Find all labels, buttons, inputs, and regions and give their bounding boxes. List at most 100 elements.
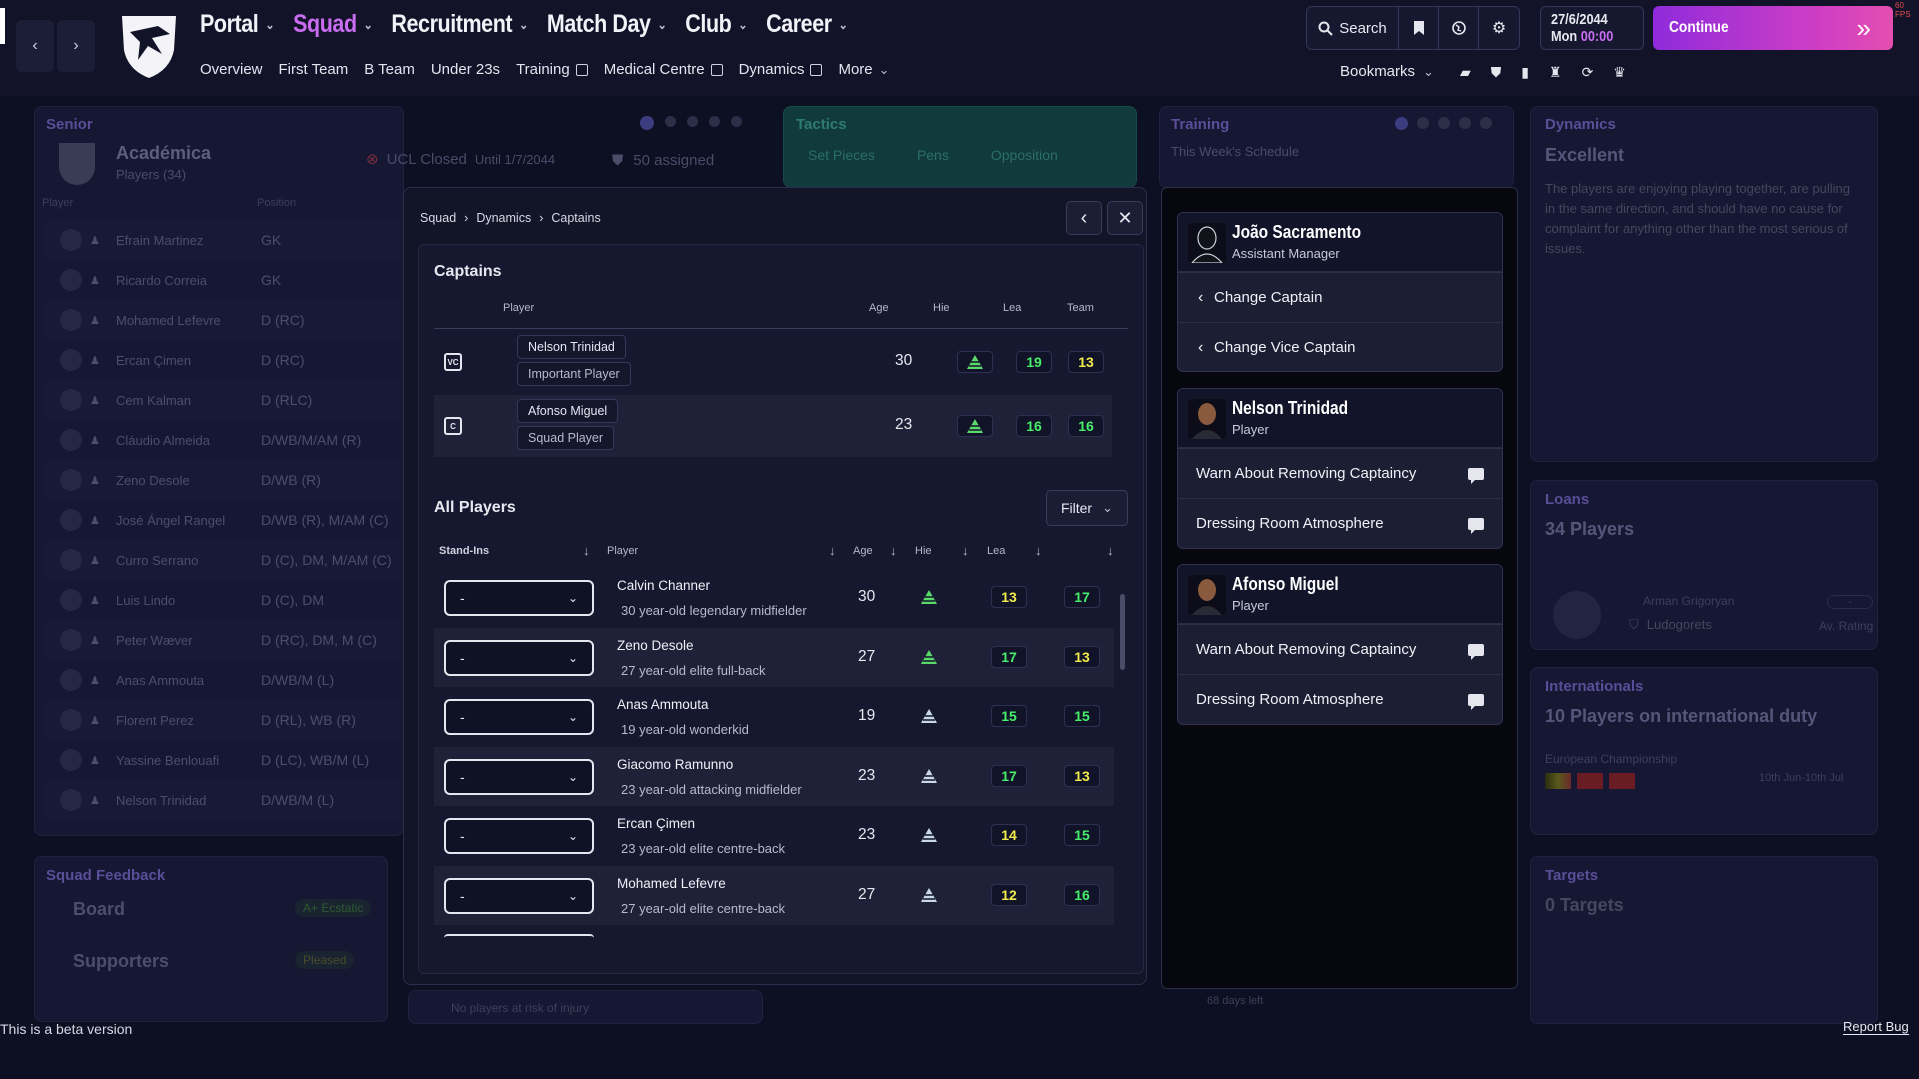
staff-icon[interactable]: ♜ — [1549, 64, 1562, 81]
sort-icon[interactable]: ↓ — [1035, 543, 1042, 558]
col-hie[interactable]: Hie — [915, 545, 932, 557]
page-dot[interactable] — [709, 116, 720, 127]
subnav-b-team[interactable]: B Team — [364, 61, 415, 78]
table-row[interactable]: ♟ Ercan Çimen D (RC) — [44, 340, 399, 380]
stand-in-select[interactable]: - ⌄ — [444, 818, 594, 854]
breadcrumb-squad[interactable]: Squad — [420, 211, 456, 225]
page-dot[interactable] — [1438, 117, 1450, 129]
table-row[interactable]: - ⌄ Anas Ammouta 19 year-old wonderkid 19 15 1… — [434, 687, 1114, 746]
action-option[interactable]: Warn About Removing Captaincy — [1178, 448, 1502, 498]
player-name[interactable]: Zeno Desole — [617, 638, 694, 653]
nav-club[interactable]: Club ⌄ — [685, 10, 747, 39]
sort-icon[interactable]: ↓ — [583, 543, 590, 558]
modal-back-button[interactable]: ‹ — [1066, 201, 1102, 235]
player-name[interactable]: Anas Ammouta — [617, 697, 709, 712]
sort-icon[interactable]: ↓ — [1107, 543, 1114, 558]
action-option[interactable]: ‹ Change Vice Captain — [1178, 322, 1502, 371]
table-row[interactable]: ♟ Mohamed Lefevre D (RC) — [44, 300, 399, 340]
tab-opposition[interactable]: Opposition — [991, 147, 1058, 163]
message-icon[interactable]: ▰ — [1460, 64, 1471, 81]
settings-button[interactable]: ⚙ — [1479, 7, 1519, 49]
table-row[interactable]: ♟ Cem Kalman D (RLC) — [44, 380, 399, 420]
col-stand-ins[interactable]: Stand-Ins — [439, 545, 489, 557]
nav-career[interactable]: Career ⌄ — [766, 10, 848, 39]
table-row[interactable]: ♟ Yassine Benlouafi D (LC), WB/M (L) — [44, 740, 399, 780]
page-dot[interactable] — [1417, 117, 1429, 129]
sort-icon[interactable]: ↓ — [962, 543, 969, 558]
action-option[interactable]: Dressing Room Atmosphere — [1178, 674, 1502, 724]
tab-set-pieces[interactable]: Set Pieces — [808, 147, 875, 163]
player-name[interactable]: Calvin Channer — [617, 578, 710, 593]
table-row[interactable]: ♟ Zeno Desole D/WB (R) — [44, 460, 399, 500]
date-display[interactable]: 27/6/2044 Mon 00:00 — [1540, 6, 1644, 50]
captain-row[interactable]: VC Nelson Trinidad Important Player 30 19 13 — [434, 331, 1112, 393]
person-name[interactable]: João Sacramento — [1232, 222, 1361, 243]
back-button[interactable]: ‹ — [16, 20, 54, 72]
subnav-medical-centre[interactable]: Medical Centre — [604, 61, 723, 78]
breadcrumb-dynamics[interactable]: Dynamics — [476, 211, 531, 225]
col-player[interactable]: Player — [607, 545, 638, 557]
page-dot[interactable] — [1395, 117, 1408, 130]
bookmark-button[interactable] — [1399, 7, 1439, 49]
subnav-overview[interactable]: Overview — [200, 61, 263, 78]
scrollbar[interactable] — [1120, 594, 1125, 670]
filter-button[interactable]: Filter ⌄ — [1046, 490, 1128, 526]
page-dot[interactable] — [665, 116, 676, 127]
tab-pens[interactable]: Pens — [917, 147, 949, 163]
table-row[interactable]: - ⌄ Giacomo Ramunno 23 year-old attacking m… — [434, 746, 1114, 806]
table-row[interactable]: - ⌄ Zeno Desole 27 year-old elite full-back… — [434, 627, 1114, 687]
person-name[interactable]: Nelson Trinidad — [1232, 398, 1348, 419]
table-row[interactable]: ♟ Peter Wæver D (RC), DM, M (C) — [44, 620, 399, 660]
subnav-first-team[interactable]: First Team — [279, 61, 349, 78]
player-name[interactable]: Afonso Miguel — [517, 399, 619, 423]
bookmarks-dropdown[interactable]: Bookmarks ⌄ — [1340, 63, 1434, 80]
shirt-icon[interactable]: ⛊ — [1491, 64, 1502, 81]
player-name[interactable]: Giacomo Ramunno — [617, 757, 733, 772]
clipboard-icon[interactable]: ▮ — [1521, 64, 1529, 81]
action-option[interactable]: Warn About Removing Captaincy — [1178, 624, 1502, 674]
stand-in-select[interactable]: - ⌄ — [444, 877, 594, 914]
page-dot[interactable] — [1459, 117, 1471, 129]
table-row[interactable]: ♟ Luis Lindo D (C), DM — [44, 580, 399, 620]
table-row[interactable]: ♟ Efrain Martinez GK — [44, 220, 399, 260]
stand-in-select[interactable]: - ⌄ — [444, 758, 594, 795]
subnav-under-23s[interactable]: Under 23s — [431, 61, 500, 78]
report-bug-link[interactable]: Report Bug — [1843, 1019, 1909, 1035]
page-dot[interactable] — [1480, 117, 1492, 129]
col-lea[interactable]: Lea — [987, 545, 1005, 557]
stand-in-select[interactable]: - ⌄ — [444, 699, 594, 735]
nav-match-day[interactable]: Match Day ⌄ — [547, 10, 667, 39]
search-button[interactable]: Search — [1307, 7, 1399, 49]
captain-row[interactable]: C Afonso Miguel Squad Player 23 16 16 — [434, 395, 1112, 457]
table-row[interactable]: ♟ José Ángel Rangel D/WB (R), M/AM (C) — [44, 500, 399, 540]
player-name[interactable]: Mohamed Lefevre — [617, 876, 726, 891]
subnav-training[interactable]: Training — [516, 61, 588, 78]
continue-button[interactable]: Continue » — [1653, 6, 1893, 50]
table-row[interactable]: ♟ Ricardo Correia GK — [44, 260, 399, 300]
person-name[interactable]: Afonso Miguel — [1232, 574, 1339, 595]
page-dot[interactable] — [731, 116, 742, 127]
subnav-more[interactable]: More ⌄ — [838, 61, 889, 78]
sort-icon[interactable]: ↓ — [890, 543, 897, 558]
world-button[interactable] — [1439, 7, 1479, 49]
subnav-dynamics[interactable]: Dynamics — [739, 61, 823, 78]
table-row[interactable]: ♟ Florent Perez D (RL), WB (R) — [44, 700, 399, 740]
sort-icon[interactable]: ↓ — [829, 543, 836, 558]
player-name[interactable]: Nelson Trinidad — [517, 335, 626, 359]
refresh-icon[interactable]: ⟳ — [1582, 64, 1594, 81]
table-row[interactable]: ♟ Cláudio Almeida D/WB/M/AM (R) — [44, 420, 399, 460]
nav-squad[interactable]: Squad ⌄ — [293, 10, 373, 39]
modal-close-button[interactable]: ✕ — [1107, 201, 1143, 235]
nav-portal[interactable]: Portal ⌄ — [200, 10, 275, 39]
trophy-icon[interactable]: ♛ — [1613, 64, 1626, 81]
action-option[interactable]: ‹ Change Captain — [1178, 272, 1502, 322]
table-row[interactable]: - ⌄ Ercan Çimen 23 year-old elite centre-ba… — [434, 806, 1114, 865]
player-name[interactable]: Ercan Çimen — [617, 816, 695, 831]
nav-recruitment[interactable]: Recruitment ⌄ — [391, 10, 528, 39]
page-dot[interactable] — [640, 116, 654, 130]
table-row[interactable]: ♟ Anas Ammouta D/WB/M (L) — [44, 660, 399, 700]
table-row[interactable]: ♟ Nelson Trinidad D/WB/M (L) — [44, 780, 399, 820]
table-row[interactable]: - ⌄ Mohamed Lefevre 27 year-old elite centr… — [434, 865, 1114, 925]
col-age[interactable]: Age — [853, 545, 873, 557]
table-row[interactable]: ♟ Curro Serrano D (C), DM, M/AM (C) — [44, 540, 399, 580]
